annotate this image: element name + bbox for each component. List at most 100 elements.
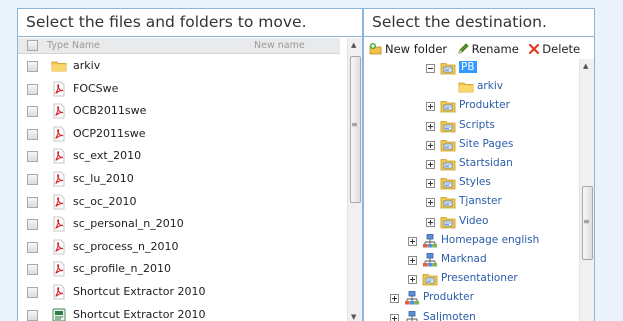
tree-node-label[interactable]: arkiv <box>477 80 503 92</box>
row-checkbox[interactable] <box>27 106 38 117</box>
collapse-icon[interactable] <box>426 64 435 73</box>
pdf-icon <box>51 261 67 277</box>
source-panel: Select the files and folders to move. Ty… <box>17 8 363 321</box>
expand-icon[interactable] <box>426 198 435 207</box>
select-all-checkbox[interactable] <box>27 40 38 51</box>
row-checkbox[interactable] <box>27 84 38 95</box>
file-row[interactable]: sc_process_n_2010 <box>18 236 344 259</box>
site-folder-icon <box>440 60 456 76</box>
file-name: Shortcut Extractor 2010 <box>73 308 206 321</box>
site-folder-icon <box>440 175 456 191</box>
tree-node-label[interactable]: Scripts <box>459 119 495 131</box>
row-checkbox[interactable] <box>27 151 38 162</box>
tree-node-label[interactable]: Marknad <box>441 253 487 265</box>
expand-icon[interactable] <box>390 294 399 303</box>
row-checkbox[interactable] <box>27 287 38 298</box>
scroll-grip-icon: ≡ <box>351 120 358 129</box>
column-new-name-header[interactable]: New name <box>254 38 305 53</box>
file-name: sc_profile_n_2010 <box>73 262 171 275</box>
file-name: Shortcut Extractor 2010 <box>73 285 206 298</box>
expand-icon[interactable] <box>426 122 435 131</box>
row-checkbox[interactable] <box>27 242 38 253</box>
file-row[interactable]: OCB2011swe <box>18 100 344 123</box>
file-row[interactable]: sc_personal_n_2010 <box>18 213 344 236</box>
tree-node-label[interactable]: PB <box>459 61 477 73</box>
tree-node-label[interactable]: Startsidan <box>459 157 513 169</box>
file-row[interactable]: sc_profile_n_2010 <box>18 258 344 281</box>
delete-button[interactable]: Delete <box>528 39 580 59</box>
tree-node-label[interactable]: Produkter <box>423 291 474 303</box>
file-row[interactable]: Shortcut Extractor 2010 <box>18 304 344 321</box>
delete-label: Delete <box>542 42 580 56</box>
delete-icon <box>528 43 540 55</box>
folder-icon <box>51 58 67 74</box>
pdf-icon <box>51 103 67 119</box>
expand-icon[interactable] <box>426 141 435 150</box>
expand-icon[interactable] <box>408 256 417 265</box>
scroll-up-icon[interactable]: ▲ <box>351 41 356 49</box>
scroll-up-icon[interactable]: ▲ <box>583 62 588 70</box>
destination-panel-title: Select the destination. <box>364 9 594 37</box>
scroll-grip-icon: ≡ <box>583 217 590 226</box>
destination-toolbar: New folder Rename Delete <box>369 39 586 59</box>
tree-node-label[interactable]: Video <box>459 215 488 227</box>
column-header: Type Name New name <box>18 38 340 54</box>
tree-node-label[interactable]: Tjanster <box>459 195 502 207</box>
rename-button[interactable]: Rename <box>457 39 519 59</box>
row-checkbox[interactable] <box>27 129 38 140</box>
tree-node-label[interactable]: Site Pages <box>459 138 513 150</box>
pencil-icon <box>457 42 470 55</box>
row-checkbox[interactable] <box>27 61 38 72</box>
tree-node-label[interactable]: Saljmoten <box>423 311 476 321</box>
site-icon <box>422 252 438 268</box>
file-row[interactable]: sc_ext_2010 <box>18 145 344 168</box>
pdf-icon <box>51 194 67 210</box>
site-folder-icon <box>440 118 456 134</box>
pdf-icon <box>51 239 67 255</box>
file-row[interactable]: sc_oc_2010 <box>18 191 344 214</box>
row-checkbox[interactable] <box>27 264 38 275</box>
expand-icon[interactable] <box>426 218 435 227</box>
tree-node-label[interactable]: Styles <box>459 176 491 188</box>
expand-icon[interactable] <box>408 275 417 284</box>
pdf-icon <box>51 216 67 232</box>
file-name: sc_ext_2010 <box>73 149 141 162</box>
row-checkbox[interactable] <box>27 197 38 208</box>
pdf-icon <box>51 284 67 300</box>
file-row[interactable]: FOCSwe <box>18 78 344 101</box>
file-name: arkiv <box>73 59 100 72</box>
row-checkbox[interactable] <box>27 219 38 230</box>
row-checkbox[interactable] <box>27 310 38 321</box>
file-row[interactable]: OCP2011swe <box>18 123 344 146</box>
site-icon <box>422 233 438 249</box>
expand-icon[interactable] <box>426 160 435 169</box>
scroll-thumb[interactable] <box>350 56 361 203</box>
publisher-icon <box>51 307 67 321</box>
new-folder-icon <box>369 42 383 55</box>
file-row[interactable]: Shortcut Extractor 2010 <box>18 281 344 304</box>
file-name: FOCSwe <box>73 82 118 95</box>
column-name-header[interactable]: Name <box>72 38 100 53</box>
file-row[interactable]: arkiv <box>18 55 344 78</box>
site-folder-icon <box>440 98 456 114</box>
source-scrollbar[interactable]: ▲ ≡ ▼ <box>347 38 362 321</box>
source-panel-title: Select the files and folders to move. <box>18 9 362 37</box>
tree-node-label[interactable]: Presentationer <box>441 272 518 284</box>
tree-node-label[interactable]: Produkter <box>459 99 510 111</box>
row-checkbox[interactable] <box>27 174 38 185</box>
pdf-icon <box>51 81 67 97</box>
new-folder-label: New folder <box>385 42 447 56</box>
pdf-icon <box>51 126 67 142</box>
new-folder-button[interactable]: New folder <box>369 39 447 59</box>
folder-icon <box>458 79 474 95</box>
site-folder-icon <box>440 194 456 210</box>
file-row[interactable]: sc_lu_2010 <box>18 168 344 191</box>
expand-icon[interactable] <box>426 179 435 188</box>
expand-icon[interactable] <box>408 237 417 246</box>
expand-icon[interactable] <box>426 102 435 111</box>
pdf-icon <box>51 148 67 164</box>
column-type-header[interactable]: Type <box>47 38 69 53</box>
tree-node-label[interactable]: Homepage english <box>441 234 539 246</box>
file-name: sc_oc_2010 <box>73 195 137 208</box>
destination-scrollbar[interactable]: ▲ ≡ <box>579 59 594 321</box>
